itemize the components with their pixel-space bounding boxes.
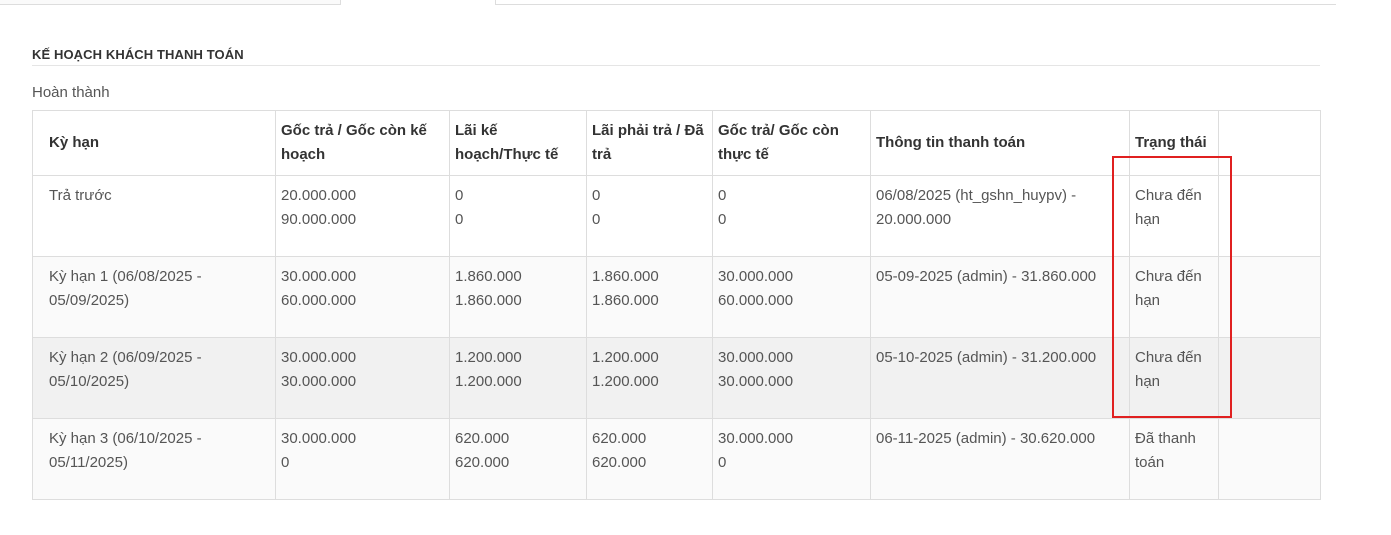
header-interest-plan: Lãi kế hoạch/Thực tế	[449, 110, 587, 176]
cell-principal-plan: 20.000.000 90.000.000	[275, 175, 450, 257]
value: 0	[718, 211, 727, 228]
value: 1.860.000	[455, 268, 522, 285]
value: 0	[455, 187, 464, 204]
cell-interest-plan: 00	[449, 175, 587, 257]
cell-status: Chưa đến hạn	[1129, 175, 1219, 257]
value: 60.000.000	[281, 292, 357, 309]
table-row: Kỳ hạn 1 (06/08/2025 - 05/09/2025) 30.00…	[32, 256, 1321, 338]
value: 30.000.000	[281, 373, 357, 390]
value: 620.000	[455, 454, 510, 471]
value: 0	[718, 454, 727, 471]
value: 0	[718, 187, 727, 204]
cell-interest-due: 1.860.000 1.860.000	[586, 256, 713, 338]
cell-status: Chưa đến hạn	[1129, 337, 1219, 419]
tab-inactive-left[interactable]	[0, 0, 341, 5]
value: 1.200.000	[592, 349, 659, 366]
cell-principal-plan: 30.000.000 30.000.000	[275, 337, 450, 419]
table-row: Kỳ hạn 2 (06/09/2025 - 05/10/2025) 30.00…	[32, 337, 1321, 419]
cell-status: Chưa đến hạn	[1129, 256, 1219, 338]
header-principal-plan: Gốc trả / Gốc còn kế hoạch	[275, 110, 450, 176]
value: 1.200.000	[455, 373, 522, 390]
cell-extra	[1218, 418, 1321, 500]
tab-bar	[0, 0, 1336, 6]
cell-term: Trả trước	[32, 175, 276, 257]
header-status: Trạng thái	[1129, 110, 1219, 176]
value: 30.000.000	[718, 430, 794, 447]
header-payment-info: Thông tin thanh toán	[870, 110, 1130, 176]
cell-term: Kỳ hạn 3 (06/10/2025 - 05/11/2025)	[32, 418, 276, 500]
header-extra	[1218, 110, 1321, 176]
value: 620.000	[455, 430, 510, 447]
value: 0	[592, 187, 601, 204]
value: 1.860.000	[455, 292, 522, 309]
value: 30.000.000	[718, 268, 794, 285]
value: 1.860.000	[592, 268, 659, 285]
value: 0	[592, 211, 601, 228]
value: 0	[455, 211, 464, 228]
header-principal-actual: Gốc trả/ Gốc còn thực tế	[712, 110, 871, 176]
cell-interest-due: 1.200.000 1.200.000	[586, 337, 713, 419]
value: 60.000.000	[718, 292, 794, 309]
value: 30.000.000	[718, 349, 794, 366]
value: 30.000.000	[281, 349, 357, 366]
table-header-row: Kỳ hạn Gốc trả / Gốc còn kế hoạch Lãi kế…	[32, 110, 1321, 176]
cell-status: Đã thanh toán	[1129, 418, 1219, 500]
cell-principal-actual: 30.000.000 30.000.000	[712, 337, 871, 419]
cell-principal-actual: 00	[712, 175, 871, 257]
value: 1.860.000	[592, 292, 659, 309]
table-row: Trả trước 20.000.000 90.000.000 00 00 00 …	[32, 175, 1321, 257]
value: 30.000.000	[281, 430, 357, 447]
cell-extra	[1218, 337, 1321, 419]
cell-principal-plan: 30.000.000 0	[275, 418, 450, 500]
header-term: Kỳ hạn	[32, 110, 276, 176]
cell-interest-due: 00	[586, 175, 713, 257]
tab-bar-rest	[495, 0, 1336, 5]
header-interest-due: Lãi phải trả / Đã trả	[586, 110, 713, 176]
cell-principal-actual: 30.000.000 0	[712, 418, 871, 500]
cell-interest-plan: 620.000 620.000	[449, 418, 587, 500]
value: 90.000.000	[281, 211, 357, 228]
cell-interest-plan: 1.200.000 1.200.000	[449, 337, 587, 419]
cell-extra	[1218, 175, 1321, 257]
value: 0	[281, 454, 290, 471]
value: 620.000	[592, 454, 647, 471]
cell-payment-info: 06-11-2025 (admin) - 30.620.000	[870, 418, 1130, 500]
cell-payment-info: 05-09-2025 (admin) - 31.860.000	[870, 256, 1130, 338]
tab-active[interactable]	[341, 0, 495, 6]
cell-interest-due: 620.000 620.000	[586, 418, 713, 500]
value: 30.000.000	[718, 373, 794, 390]
cell-payment-info: 06/08/2025 (ht_gshn_huypv) - 20.000.000	[870, 175, 1130, 257]
cell-term: Kỳ hạn 2 (06/09/2025 - 05/10/2025)	[32, 337, 276, 419]
cell-extra	[1218, 256, 1321, 338]
payment-plan-table: Kỳ hạn Gốc trả / Gốc còn kế hoạch Lãi kế…	[32, 110, 1321, 500]
table-row: Kỳ hạn 3 (06/10/2025 - 05/11/2025) 30.00…	[32, 418, 1321, 500]
cell-interest-plan: 1.860.000 1.860.000	[449, 256, 587, 338]
value: 30.000.000	[281, 268, 357, 285]
value: 1.200.000	[592, 373, 659, 390]
section-title: KẾ HOẠCH KHÁCH THANH TOÁN	[32, 47, 1320, 66]
value: 20.000.000	[281, 187, 357, 204]
value: 620.000	[592, 430, 647, 447]
value: 1.200.000	[455, 349, 522, 366]
cell-payment-info: 05-10-2025 (admin) - 31.200.000	[870, 337, 1130, 419]
cell-term: Kỳ hạn 1 (06/08/2025 - 05/09/2025)	[32, 256, 276, 338]
cell-principal-actual: 30.000.000 60.000.000	[712, 256, 871, 338]
plan-status-label: Hoàn thành	[32, 84, 110, 101]
cell-principal-plan: 30.000.000 60.000.000	[275, 256, 450, 338]
